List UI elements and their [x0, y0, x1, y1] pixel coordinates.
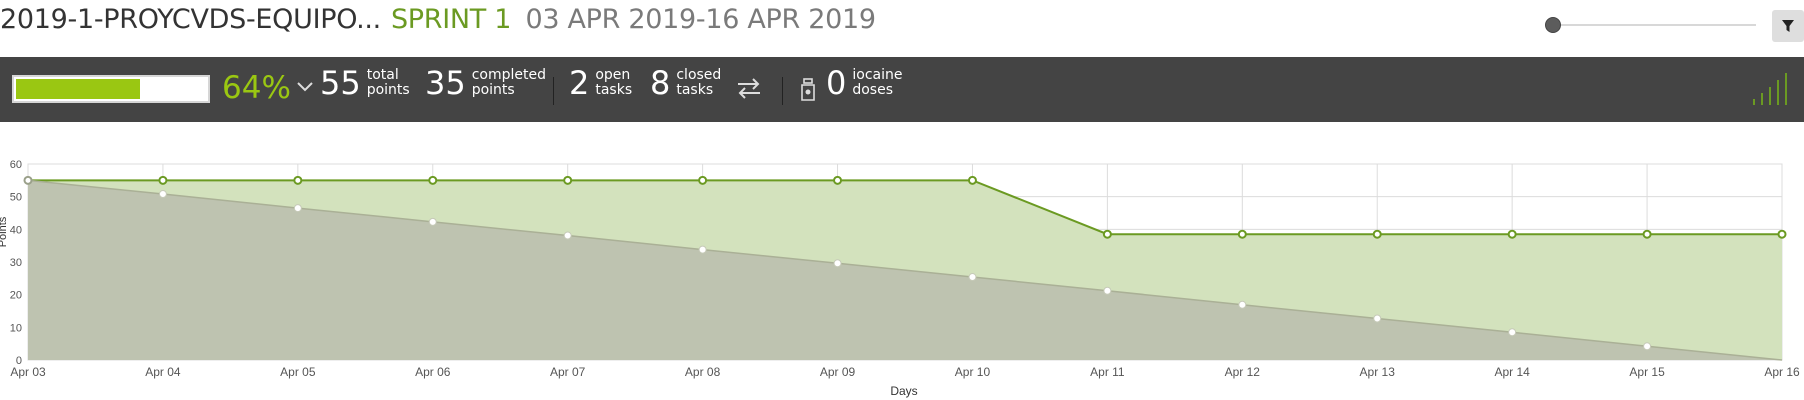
- divider: [553, 77, 554, 105]
- swap-icon[interactable]: [736, 77, 762, 99]
- y-tick-label: 40: [10, 224, 22, 236]
- closed-tasks-label: closed tasks: [676, 67, 722, 98]
- x-tick-label: Apr 07: [550, 365, 586, 379]
- y-axis-label: Points: [0, 216, 9, 247]
- x-tick-label: Apr 08: [685, 365, 721, 379]
- x-tick-label: Apr 05: [280, 365, 316, 379]
- real-point: [833, 175, 843, 185]
- optimal-point: [563, 231, 572, 240]
- filter-button[interactable]: [1772, 10, 1804, 42]
- closed-tasks-value: 8: [650, 64, 671, 102]
- x-tick-label: Apr 13: [1360, 365, 1396, 379]
- y-axis: 0102030405060: [10, 159, 22, 367]
- open-tasks-stat: 2 open tasks: [569, 67, 632, 99]
- zoom-slider[interactable]: [1545, 17, 1756, 33]
- taskboard-header: 2019-1-PROYCVDS-EQUIPO... SPRINT 1 03 APR…: [0, 0, 1804, 57]
- real-point: [698, 175, 708, 185]
- real-point: [967, 175, 977, 185]
- x-tick-label: Apr 11: [1090, 365, 1125, 379]
- iocaine-label: iocaine doses: [852, 67, 903, 98]
- zoom-slider-thumb[interactable]: [1545, 17, 1561, 33]
- project-name[interactable]: 2019-1-PROYCVDS-EQUIPO...: [0, 4, 381, 35]
- x-tick-label: Apr 10: [955, 365, 991, 379]
- open-tasks-value: 2: [569, 64, 590, 102]
- real-point: [1642, 229, 1652, 239]
- optimal-point: [158, 190, 167, 199]
- real-point: [1507, 229, 1517, 239]
- x-tick-label: Apr 15: [1629, 365, 1665, 379]
- real-point: [23, 175, 33, 185]
- filter-icon: [1782, 20, 1794, 32]
- page-title: 2019-1-PROYCVDS-EQUIPO... SPRINT 1 03 APR…: [0, 4, 876, 35]
- real-point: [1237, 229, 1247, 239]
- optimal-point: [698, 245, 707, 254]
- burndown-chart: 0102030405060 Apr 03 Apr 04 Apr 05 Apr 06 Ap…: [0, 159, 1800, 398]
- optimal-point: [1103, 286, 1112, 295]
- y-tick-label: 60: [10, 159, 22, 171]
- closed-tasks-stat: 8 closed tasks: [650, 67, 721, 99]
- completed-points-label: completed points: [471, 67, 546, 98]
- total-points-label: total points: [366, 67, 410, 98]
- optimal-point: [428, 217, 437, 226]
- y-tick-label: 50: [10, 192, 22, 204]
- x-axis-label: Days: [890, 384, 917, 398]
- real-point: [563, 175, 573, 185]
- real-point: [1102, 229, 1112, 239]
- y-tick-label: 30: [10, 257, 22, 269]
- real-point: [1372, 229, 1382, 239]
- chevron-down-icon[interactable]: [296, 81, 314, 93]
- optimal-point: [293, 204, 302, 213]
- sprint-progress-bar: [12, 75, 210, 103]
- y-tick-label: 20: [10, 290, 22, 302]
- x-tick-label: Apr 14: [1494, 365, 1530, 379]
- completed-points-value: 35: [425, 64, 466, 102]
- real-point: [428, 175, 438, 185]
- iocaine-stat: 0 iocaine doses: [826, 67, 902, 99]
- sprint-summary-bar: 64% 55 total points 35 completed points 2 …: [0, 57, 1804, 122]
- total-points-stat: 55 total points: [320, 67, 410, 99]
- divider: [782, 77, 783, 105]
- x-axis: Apr 03 Apr 04 Apr 05 Apr 06 Apr 07 Apr 08 Apr …: [10, 365, 1800, 379]
- total-points-value: 55: [320, 64, 361, 102]
- iocaine-bottle-icon: [801, 78, 815, 101]
- sprint-dates: 03 APR 2019-16 APR 2019: [525, 4, 876, 35]
- optimal-point: [968, 273, 977, 282]
- x-tick-label: Apr 04: [145, 365, 181, 379]
- sprint-progress-fill: [16, 79, 141, 99]
- x-tick-label: Apr 09: [820, 365, 856, 379]
- optimal-point: [1373, 314, 1382, 323]
- completed-points-stat: 35 completed points: [425, 67, 546, 99]
- real-point: [1777, 229, 1787, 239]
- optimal-point: [1508, 328, 1517, 337]
- real-point: [293, 175, 303, 185]
- burndown-signal-icon[interactable]: [1752, 71, 1792, 107]
- progress-percent: 64%: [222, 70, 291, 106]
- x-tick-label: Apr 03: [10, 365, 46, 379]
- real-point: [158, 175, 168, 185]
- optimal-point: [833, 259, 842, 268]
- optimal-point: [1643, 342, 1652, 351]
- sprint-name: SPRINT 1: [390, 4, 512, 35]
- x-tick-label: Apr 12: [1225, 365, 1261, 379]
- x-tick-label: Apr 06: [415, 365, 451, 379]
- open-tasks-label: open tasks: [595, 67, 633, 98]
- y-tick-label: 10: [10, 322, 22, 334]
- x-tick-label: Apr 16: [1764, 365, 1800, 379]
- optimal-point: [1238, 300, 1247, 309]
- iocaine-value: 0: [826, 64, 847, 102]
